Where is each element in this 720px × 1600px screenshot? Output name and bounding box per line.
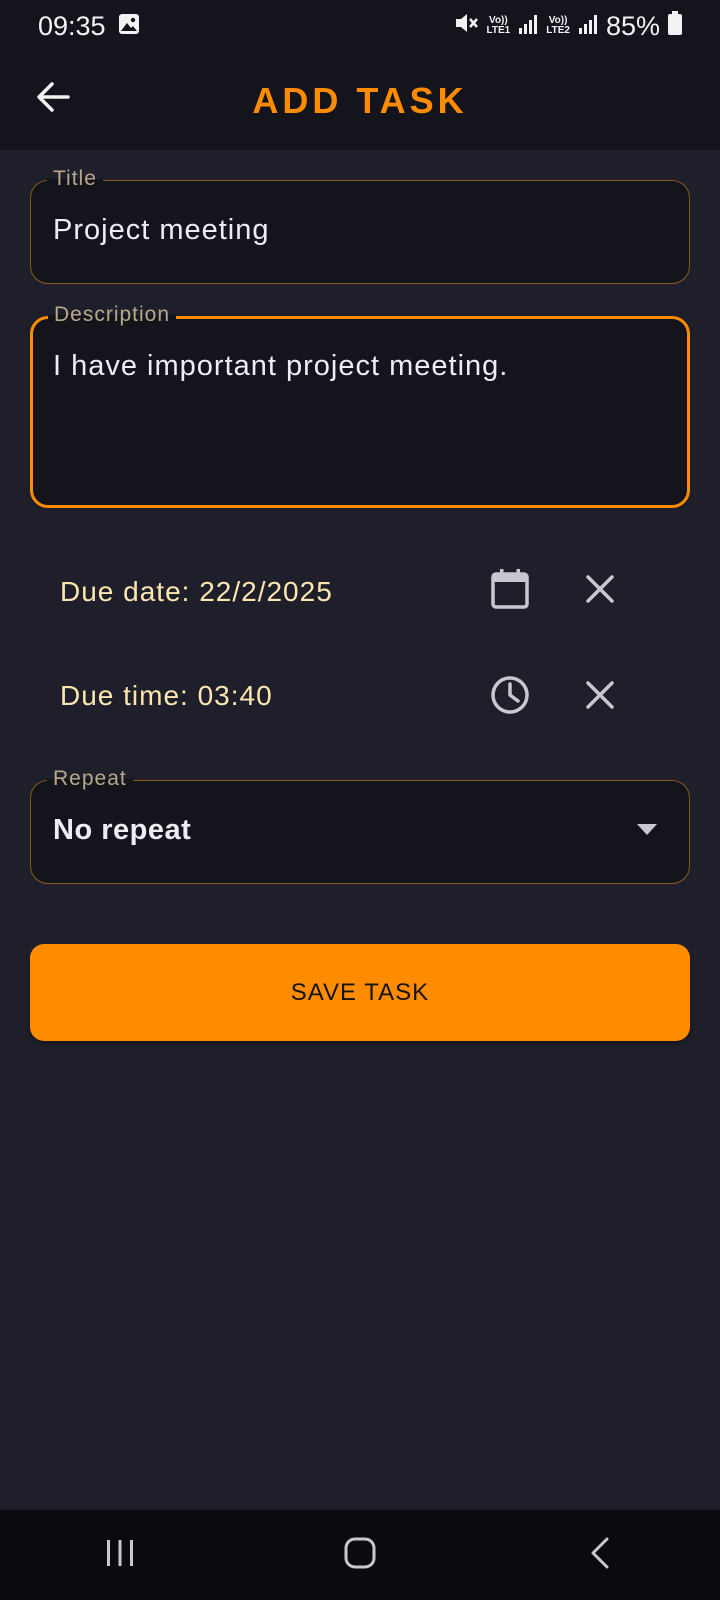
back-nav-icon: [590, 1537, 610, 1574]
due-time-text: Due time: 03:40: [60, 680, 273, 711]
title-field[interactable]: Title Project meeting: [30, 167, 690, 284]
mute-icon: [453, 11, 479, 42]
description-field[interactable]: Description I have important project mee…: [30, 303, 690, 508]
system-nav-bar: [0, 1510, 720, 1600]
close-icon: [585, 680, 615, 715]
back-button[interactable]: [30, 76, 76, 122]
save-task-button[interactable]: SAVE TASK: [30, 944, 690, 1041]
repeat-value: No repeat: [53, 814, 192, 846]
gallery-icon: [118, 11, 140, 42]
due-date-row: Due date: 22/2/2025: [60, 562, 640, 622]
signal-icon: [518, 11, 538, 42]
status-left: 09:35: [38, 11, 140, 42]
repeat-label: Repeat: [47, 767, 133, 791]
clear-time-button[interactable]: [576, 673, 624, 721]
calendar-icon: [490, 568, 530, 615]
clear-date-button[interactable]: [576, 567, 624, 615]
sim2-label: Vo)) LTE2: [546, 15, 570, 36]
recent-apps-button[interactable]: [80, 1525, 160, 1585]
clock-icon: [490, 675, 530, 720]
app-bar: ADD TASK: [0, 52, 720, 150]
due-time-row: Due time: 03:40: [60, 666, 640, 726]
close-icon: [585, 574, 615, 609]
dropdown-arrow-icon: [637, 823, 657, 841]
description-field-value[interactable]: I have important project meeting.: [53, 350, 508, 383]
recent-apps-icon: [105, 1539, 135, 1572]
pick-date-button[interactable]: [486, 567, 534, 615]
home-icon: [344, 1537, 376, 1574]
home-button[interactable]: [320, 1525, 400, 1585]
description-field-label: Description: [48, 303, 177, 327]
status-time: 09:35: [38, 10, 106, 41]
signal-icon: [578, 11, 598, 42]
due-date-text: Due date: 22/2/2025: [60, 576, 333, 607]
pick-time-button[interactable]: [486, 673, 534, 721]
sim1-label: Vo)) LTE1: [486, 15, 511, 36]
status-bar: 09:35 Vo)) LTE1 Vo)) LTE2 85%: [0, 0, 720, 52]
battery-icon: [668, 10, 682, 42]
back-nav-button[interactable]: [560, 1525, 640, 1585]
title-field-value[interactable]: Project meeting: [53, 214, 270, 247]
battery-percent: 85%: [605, 10, 660, 41]
arrow-back-icon: [36, 81, 70, 117]
status-right: Vo)) LTE1 Vo)) LTE2 85%: [453, 10, 682, 42]
page-title: ADD TASK: [252, 80, 468, 121]
title-field-label: Title: [47, 167, 103, 191]
repeat-dropdown[interactable]: Repeat No repeat: [30, 767, 690, 884]
